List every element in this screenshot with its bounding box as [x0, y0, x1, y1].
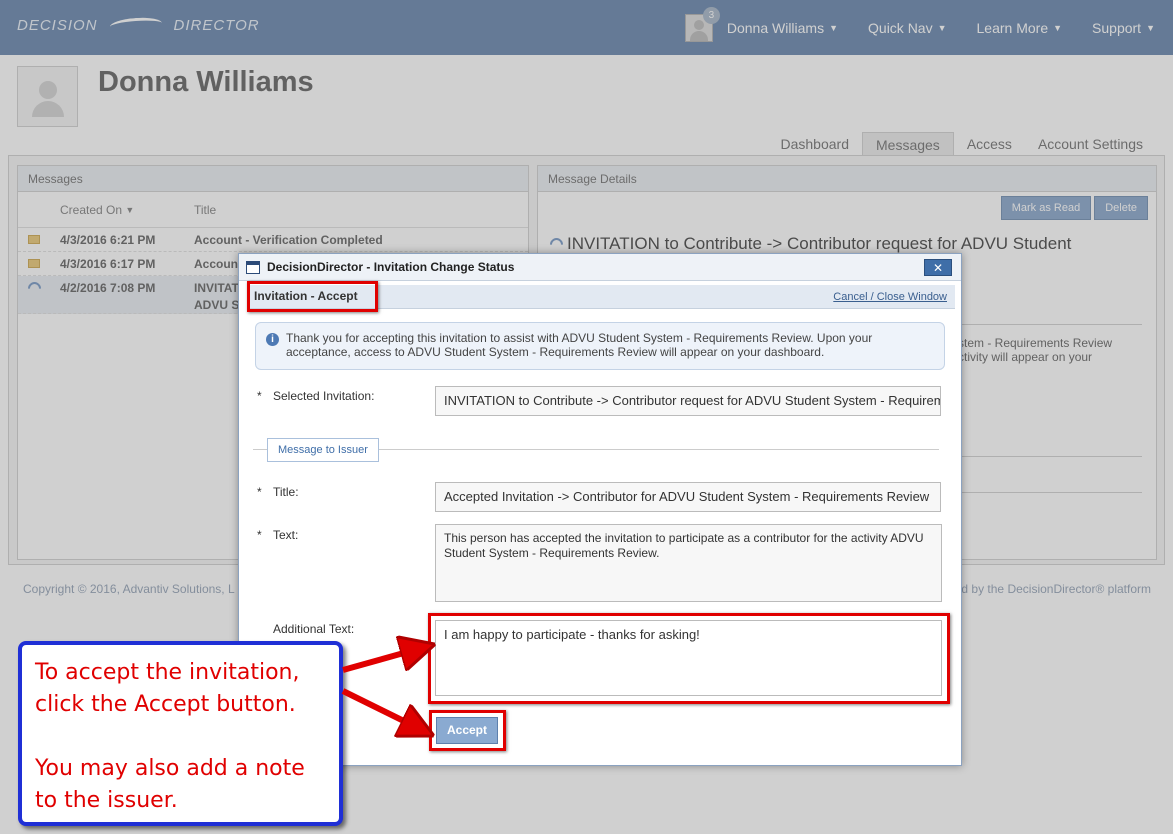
mark-as-read-button[interactable]: Mark as Read — [1000, 196, 1092, 220]
chevron-down-icon: ▼ — [937, 22, 947, 33]
row-title: Account - Verification Completed — [194, 233, 383, 247]
created-on-header[interactable]: Created On ▼ — [50, 192, 184, 227]
info-icon: i — [266, 333, 279, 346]
sort-desc-icon: ▼ — [125, 205, 135, 215]
envelope-icon — [28, 235, 40, 244]
divider — [958, 456, 1142, 457]
divider — [958, 324, 1142, 325]
icon-column-header — [18, 192, 50, 227]
learn-more-menu[interactable]: Learn More ▼ — [977, 20, 1063, 36]
envelope-icon — [28, 259, 40, 268]
details-body: stem - Requirements Review ctivity will … — [958, 336, 1113, 364]
person-body-icon — [32, 101, 64, 117]
tab-messages[interactable]: Messages — [862, 132, 954, 156]
callout-line: To accept the invitation, — [35, 660, 300, 685]
chevron-down-icon: ▼ — [1146, 22, 1155, 33]
chevron-down-icon: ▼ — [829, 22, 839, 33]
instruction-callout: To accept the invitation, click the Acce… — [18, 641, 343, 826]
messages-column-headers: Created On ▼ Title — [18, 192, 528, 228]
table-row[interactable]: 4/3/2016 6:21 PM Account - Verification … — [18, 228, 528, 252]
divider — [958, 492, 1142, 493]
logo-text-left: DECISION — [17, 17, 98, 34]
details-actions: Mark as Read Delete — [1000, 196, 1148, 220]
row-title: Accoun — [194, 257, 239, 271]
highlight-box — [429, 710, 506, 751]
cancel-close-link[interactable]: Cancel / Close Window — [833, 291, 947, 303]
user-avatar[interactable]: 3 — [684, 6, 720, 42]
logo[interactable]: DECISION DIRECTOR — [17, 16, 260, 34]
platform-link[interactable]: d by the DecisionDirector® platform — [961, 582, 1151, 596]
avatar-body-icon — [689, 30, 708, 41]
delete-button[interactable]: Delete — [1094, 196, 1148, 220]
close-button[interactable]: ✕ — [924, 259, 952, 276]
quick-nav-label: Quick Nav — [868, 19, 933, 36]
row-title-line2: ADVU S — [194, 298, 240, 312]
title-field[interactable]: Accepted Invitation -> Contributor for A… — [435, 482, 941, 512]
created-on-label: Created On — [60, 203, 123, 217]
top-nav: 3 Donna Williams ▼ Quick Nav ▼ Learn More ▼… — [684, 0, 1155, 55]
profile-name: Donna Williams — [98, 66, 314, 98]
quick-nav-menu[interactable]: Quick Nav ▼ — [868, 20, 947, 36]
learn-more-label: Learn More — [976, 19, 1049, 36]
details-title: INVITATION to Contribute -> Contributor … — [547, 234, 1072, 254]
details-title-text: INVITATION to Contribute -> Contributor … — [567, 234, 1072, 253]
callout-line: You may also add a note — [35, 756, 305, 781]
invitation-icon — [24, 279, 44, 298]
message-to-issuer-legend: Message to Issuer — [267, 438, 379, 462]
required-marker: * — [257, 389, 262, 403]
window-icon — [246, 260, 260, 274]
notification-badge: 3 — [702, 6, 720, 24]
user-menu[interactable]: Donna Williams ▼ — [727, 20, 838, 36]
invitation-change-status-dialog: DecisionDirector - Invitation Change Sta… — [238, 253, 962, 766]
highlight-box — [247, 281, 378, 312]
tab-account-settings[interactable]: Account Settings — [1025, 132, 1156, 156]
info-message: i Thank you for accepting this invitatio… — [255, 322, 945, 370]
row-title: INVITAT ADVU S — [184, 280, 239, 313]
logo-text-right: DIRECTOR — [173, 17, 260, 34]
details-header: Message Details — [538, 166, 1156, 192]
messages-header: Messages — [18, 166, 528, 192]
top-bar: DECISION DIRECTOR 3 Donna Williams ▼ Quick… — [0, 0, 1173, 55]
logo-swoosh-icon — [109, 16, 162, 34]
user-menu-label: Donna Williams — [726, 19, 825, 36]
info-text: Thank you for accepting this invitation … — [286, 331, 873, 359]
profile-tabs: Dashboard Messages Access Account Settin… — [768, 132, 1157, 156]
avatar-head-icon — [693, 19, 704, 30]
dialog-titlebar: DecisionDirector - Invitation Change Sta… — [239, 254, 961, 281]
support-menu[interactable]: Support ▼ — [1092, 20, 1155, 36]
title-label: Title: — [273, 485, 299, 499]
row-date: 4/2/2016 7:08 PM — [60, 281, 156, 295]
additional-text-label: Additional Text: — [273, 622, 355, 636]
highlight-box — [428, 613, 950, 704]
support-label: Support — [1092, 19, 1142, 36]
invitation-icon — [547, 234, 566, 254]
title-header[interactable]: Title — [184, 192, 216, 227]
selected-invitation-field[interactable]: INVITATION to Contribute -> Contributor … — [435, 386, 941, 416]
required-marker: * — [257, 485, 262, 499]
person-head-icon — [39, 81, 57, 99]
callout-line: click the Accept button. — [35, 692, 296, 717]
tab-access[interactable]: Access — [954, 132, 1025, 156]
chevron-down-icon: ▼ — [1053, 22, 1063, 33]
row-title-line1: INVITAT — [194, 281, 239, 295]
row-date: 4/3/2016 6:17 PM — [60, 257, 156, 271]
row-date: 4/3/2016 6:21 PM — [60, 233, 156, 247]
required-marker: * — [257, 528, 262, 542]
dialog-title: DecisionDirector - Invitation Change Sta… — [267, 260, 515, 274]
copyright-text: Copyright © 2016, Advantiv Solutions, L — [23, 582, 235, 596]
tab-dashboard[interactable]: Dashboard — [768, 132, 863, 156]
text-label: Text: — [273, 528, 299, 542]
profile-picture — [17, 66, 78, 127]
text-field[interactable]: This person has accepted the invitation … — [435, 524, 942, 602]
selected-invitation-label: Selected Invitation: — [273, 389, 375, 403]
callout-line: to the issuer. — [35, 788, 178, 813]
